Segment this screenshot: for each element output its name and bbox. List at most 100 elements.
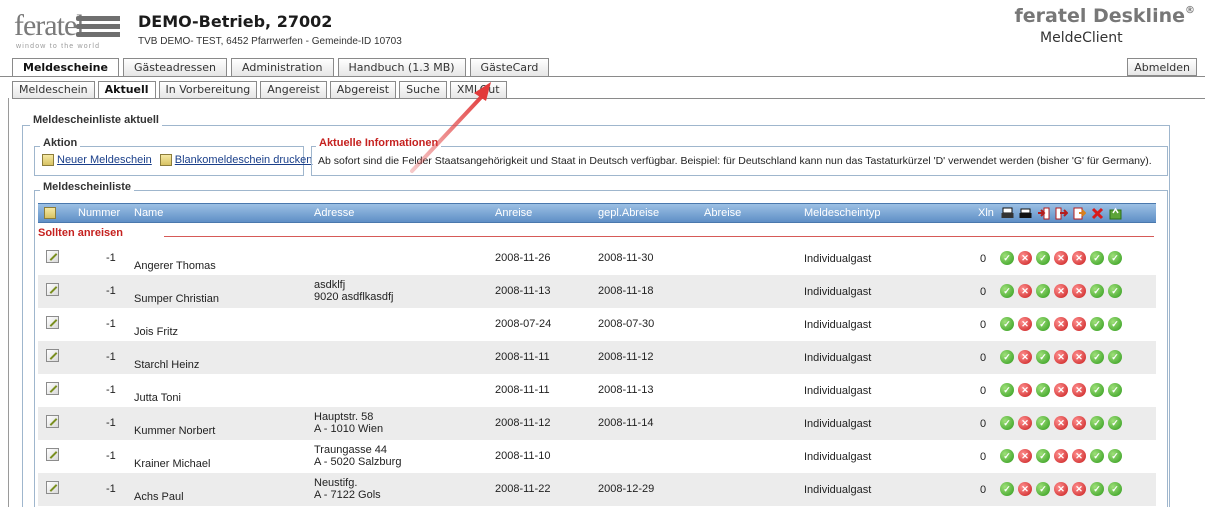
status-ok-icon[interactable]: ✓ <box>1036 449 1050 463</box>
subtab-in-vorbereitung[interactable]: In Vorbereitung <box>158 81 258 98</box>
status-no-icon[interactable]: ✕ <box>1072 317 1086 331</box>
status-ok-icon[interactable]: ✓ <box>1000 482 1014 496</box>
delete-icon[interactable] <box>1091 207 1104 220</box>
print-icon[interactable] <box>1001 207 1014 220</box>
status-ok-icon[interactable]: ✓ <box>1108 251 1122 265</box>
status-ok-icon[interactable]: ✓ <box>1000 416 1014 430</box>
subtab-aktuell[interactable]: Aktuell <box>97 81 156 98</box>
edit-icon[interactable] <box>46 382 59 395</box>
status-ok-icon[interactable]: ✓ <box>1000 317 1014 331</box>
table-row[interactable]: -1 Achs Paul Neustifg. A - 7122 Gols 2008-11… <box>38 473 1156 506</box>
subtab-abgereist[interactable]: Abgereist <box>329 81 397 98</box>
status-ok-icon[interactable]: ✓ <box>1090 383 1104 397</box>
logout-button[interactable]: Abmelden <box>1127 58 1197 76</box>
checkout-icon[interactable] <box>1055 207 1068 220</box>
cell-name[interactable]: Kummer Norbert <box>134 425 215 437</box>
cell-name[interactable]: Jois Fritz <box>134 326 178 338</box>
edit-icon[interactable] <box>46 481 59 494</box>
table-row[interactable]: -1 Kummer Norbert Hauptstr. 58 A - 1010 Wie… <box>38 407 1156 440</box>
cell-name[interactable]: Angerer Thomas <box>134 260 216 272</box>
status-no-icon[interactable]: ✕ <box>1072 383 1086 397</box>
status-no-icon[interactable]: ✕ <box>1072 482 1086 496</box>
status-no-icon[interactable]: ✕ <box>1054 482 1068 496</box>
status-ok-icon[interactable]: ✓ <box>1108 449 1122 463</box>
status-no-icon[interactable]: ✕ <box>1018 317 1032 331</box>
status-ok-icon[interactable]: ✓ <box>1090 251 1104 265</box>
status-ok-icon[interactable]: ✓ <box>1090 350 1104 364</box>
cell-name[interactable]: Achs Paul <box>134 491 184 503</box>
status-ok-icon[interactable]: ✓ <box>1108 416 1122 430</box>
col-nummer[interactable]: Nummer <box>78 207 120 219</box>
status-no-icon[interactable]: ✕ <box>1018 284 1032 298</box>
status-no-icon[interactable]: ✕ <box>1018 251 1032 265</box>
cell-name[interactable]: Krainer Michael <box>134 458 210 470</box>
edit-icon[interactable] <box>46 448 59 461</box>
edit-icon[interactable] <box>46 283 59 296</box>
status-ok-icon[interactable]: ✓ <box>1000 284 1014 298</box>
cell-name[interactable]: Starchl Heinz <box>134 359 199 371</box>
col-gepl-abreise[interactable]: gepl.Abreise <box>598 207 659 219</box>
status-no-icon[interactable]: ✕ <box>1072 449 1086 463</box>
status-no-icon[interactable]: ✕ <box>1054 383 1068 397</box>
status-no-icon[interactable]: ✕ <box>1072 251 1086 265</box>
status-ok-icon[interactable]: ✓ <box>1090 317 1104 331</box>
status-no-icon[interactable]: ✕ <box>1018 350 1032 364</box>
tab-administration[interactable]: Administration <box>231 58 334 76</box>
col-name[interactable]: Name <box>134 207 163 219</box>
status-ok-icon[interactable]: ✓ <box>1036 317 1050 331</box>
subtab-angereist[interactable]: Angereist <box>260 81 327 98</box>
table-row[interactable]: -1 Jutta Toni 2008-11-11 2008-11-13 Individu… <box>38 374 1156 407</box>
status-no-icon[interactable]: ✕ <box>1018 416 1032 430</box>
print-blank-icon[interactable] <box>1019 207 1032 220</box>
neuer-meldeschein-action[interactable]: Neuer Meldeschein <box>42 154 152 167</box>
status-ok-icon[interactable]: ✓ <box>1000 383 1014 397</box>
col-abreise[interactable]: Abreise <box>704 207 741 219</box>
status-ok-icon[interactable]: ✓ <box>1090 482 1104 496</box>
cell-name[interactable]: Jutta Toni <box>134 392 181 404</box>
status-ok-icon[interactable]: ✓ <box>1090 449 1104 463</box>
status-ok-icon[interactable]: ✓ <box>1090 284 1104 298</box>
edit-icon[interactable] <box>46 316 59 329</box>
status-no-icon[interactable]: ✕ <box>1018 383 1032 397</box>
blankomeldeschein-drucken-link[interactable]: Blankomeldeschein drucken <box>175 154 313 166</box>
col-meldescheintyp[interactable]: Meldescheintyp <box>804 207 880 219</box>
table-row[interactable]: -1 Krainer Michael Traungasse 44 A - 5020 S… <box>38 440 1156 473</box>
status-ok-icon[interactable]: ✓ <box>1036 482 1050 496</box>
blanko-drucken-action[interactable]: Blankomeldeschein drucken <box>159 154 313 167</box>
status-no-icon[interactable]: ✕ <box>1018 449 1032 463</box>
status-no-icon[interactable]: ✕ <box>1072 416 1086 430</box>
export-icon[interactable] <box>1109 207 1122 220</box>
new-entry-icon[interactable] <box>44 207 56 219</box>
table-row[interactable]: -1 Starchl Heinz 2008-11-11 2008-11-12 Indiv… <box>38 341 1156 374</box>
status-ok-icon[interactable]: ✓ <box>1000 449 1014 463</box>
status-ok-icon[interactable]: ✓ <box>1108 284 1122 298</box>
status-ok-icon[interactable]: ✓ <box>1108 350 1122 364</box>
status-no-icon[interactable]: ✕ <box>1018 482 1032 496</box>
status-ok-icon[interactable]: ✓ <box>1108 383 1122 397</box>
status-no-icon[interactable]: ✕ <box>1072 350 1086 364</box>
subtab-xmlout[interactable]: XMLOut <box>449 81 507 98</box>
status-no-icon[interactable]: ✕ <box>1054 251 1068 265</box>
status-ok-icon[interactable]: ✓ <box>1090 416 1104 430</box>
edit-icon[interactable] <box>46 415 59 428</box>
subtab-meldeschein[interactable]: Meldeschein <box>12 81 95 98</box>
status-ok-icon[interactable]: ✓ <box>1036 383 1050 397</box>
col-adresse[interactable]: Adresse <box>314 207 354 219</box>
tab-gästecard[interactable]: GästeCard <box>469 58 550 76</box>
status-ok-icon[interactable]: ✓ <box>1036 350 1050 364</box>
status-no-icon[interactable]: ✕ <box>1054 317 1068 331</box>
subtab-suche[interactable]: Suche <box>399 81 447 98</box>
col-anreise[interactable]: Anreise <box>495 207 532 219</box>
status-ok-icon[interactable]: ✓ <box>1000 251 1014 265</box>
cell-name[interactable]: Sumper Christian <box>134 293 219 305</box>
status-ok-icon[interactable]: ✓ <box>1036 416 1050 430</box>
tab-gästeadressen[interactable]: Gästeadressen <box>122 58 227 76</box>
neuer-meldeschein-link[interactable]: Neuer Meldeschein <box>57 154 152 166</box>
status-ok-icon[interactable]: ✓ <box>1036 284 1050 298</box>
status-no-icon[interactable]: ✕ <box>1072 284 1086 298</box>
col-xln[interactable]: Xln <box>978 207 994 219</box>
edit-icon[interactable] <box>46 349 59 362</box>
table-row[interactable]: -1 Sumper Christian asdklfj 9020 asdflkasdf… <box>38 275 1156 308</box>
status-ok-icon[interactable]: ✓ <box>1036 251 1050 265</box>
status-ok-icon[interactable]: ✓ <box>1108 317 1122 331</box>
